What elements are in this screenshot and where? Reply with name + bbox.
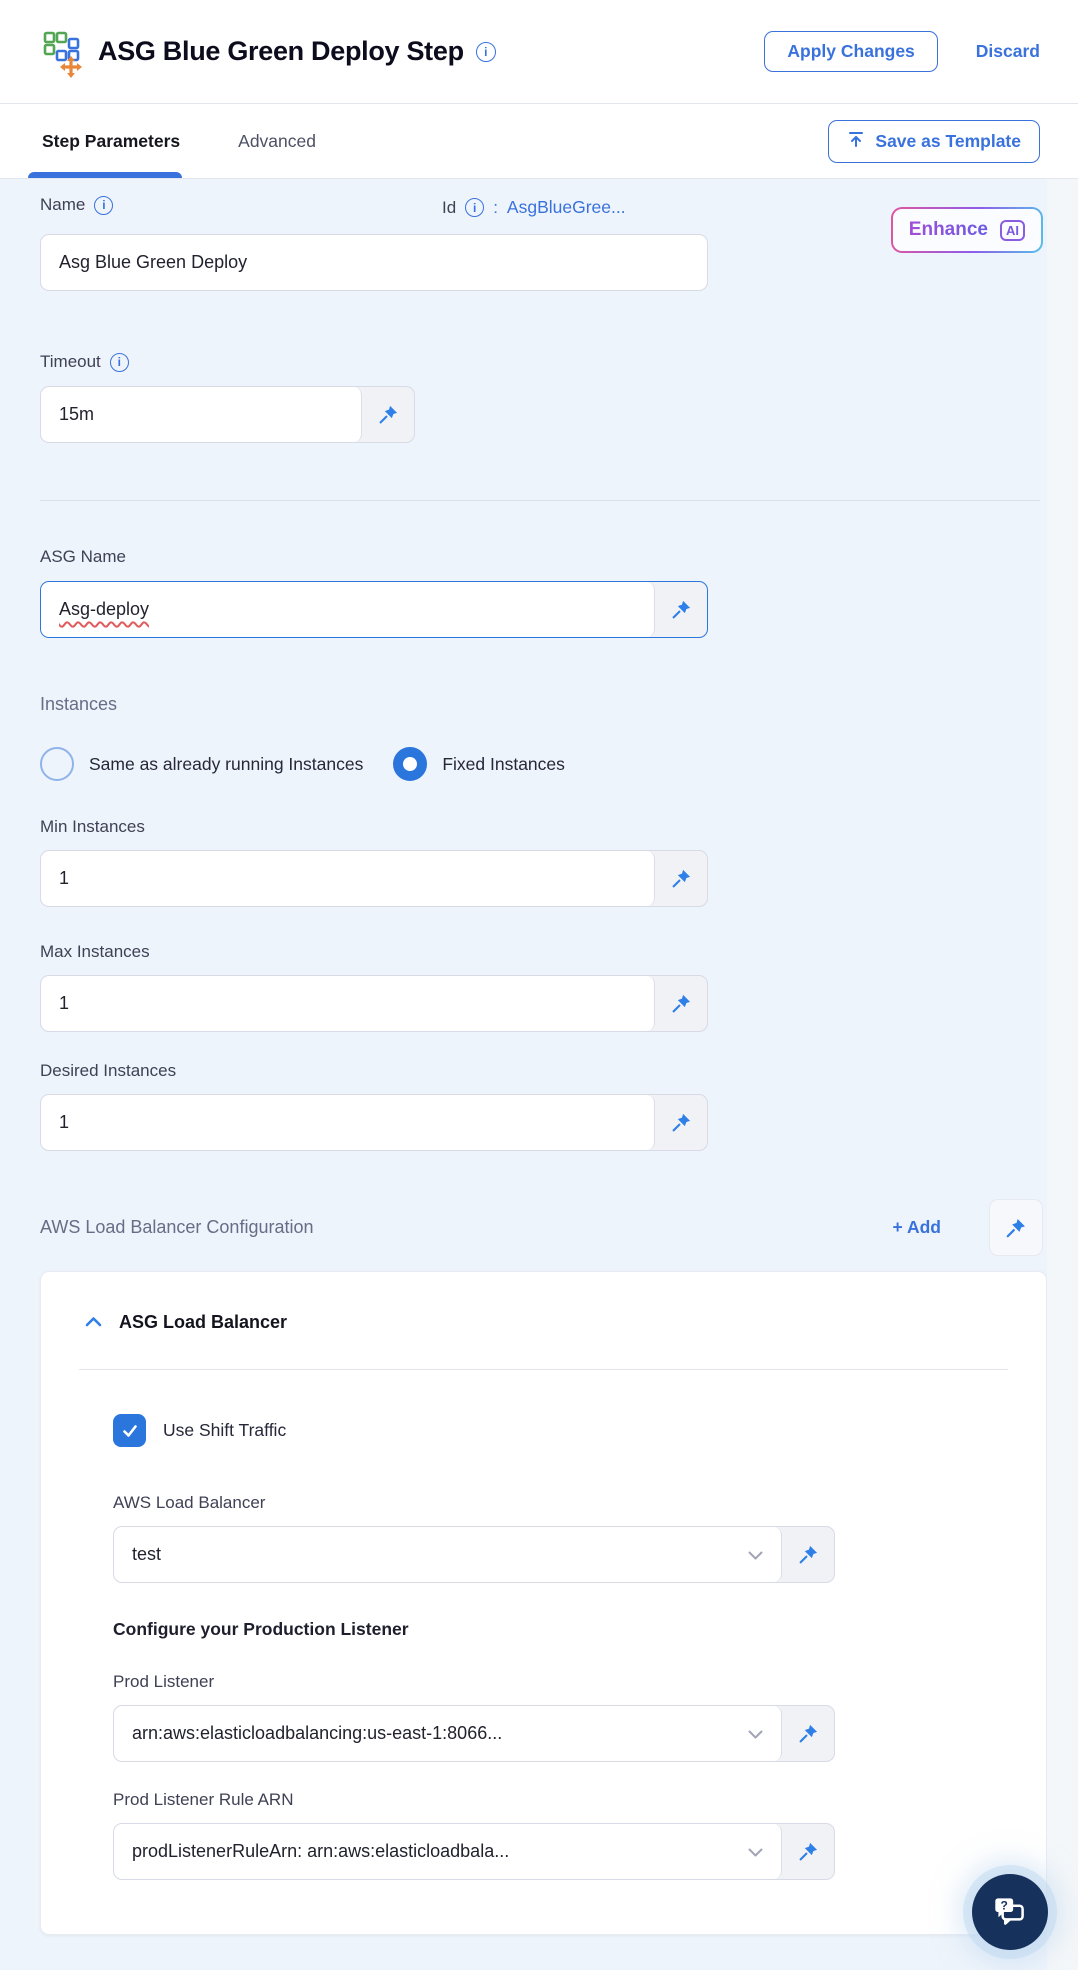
id-label: Id — [442, 197, 457, 217]
prod-listener-label: Prod Listener — [113, 1672, 215, 1691]
name-input[interactable] — [40, 234, 708, 291]
max-instances-field — [40, 975, 708, 1032]
save-as-template-label: Save as Template — [875, 130, 1021, 151]
save-as-template-button[interactable]: Save as Template — [828, 119, 1040, 163]
timeout-field — [40, 386, 415, 443]
min-instances-pin-button[interactable] — [655, 851, 707, 906]
instances-radio-group: Same as already running Instances Fixed … — [40, 747, 1078, 781]
checkbox-checked-icon — [113, 1414, 146, 1447]
name-row: Name i Id i : AsgBlueGree... Enhance AI — [40, 195, 1043, 253]
aws-lb-value: test — [132, 1544, 162, 1564]
prod-listener-rule-value: prodListenerRuleArn: arn:aws:elasticload… — [132, 1841, 510, 1861]
prod-listener-rule-pin-button[interactable] — [782, 1824, 834, 1879]
radio-same-label: Same as already running Instances — [89, 753, 364, 774]
desired-instances-input[interactable] — [59, 1112, 636, 1133]
asg-deploy-step-icon — [38, 26, 90, 78]
lb-config-row: AWS Load Balancer Configuration + Add — [40, 1199, 1043, 1256]
asg-lb-card-title: ASG Load Balancer — [119, 1312, 288, 1332]
right-gutter — [1047, 179, 1078, 1970]
id-separator: : — [493, 197, 498, 217]
id-group: Id i : AsgBlueGree... — [442, 197, 626, 218]
desired-instances-label: Desired Instances — [40, 1061, 177, 1080]
aws-lb-pin-button[interactable] — [782, 1527, 834, 1582]
max-instances-input-wrap — [41, 976, 655, 1031]
lb-config-heading: AWS Load Balancer Configuration — [40, 1217, 314, 1237]
timeout-input-wrap — [41, 387, 362, 442]
id-info-icon[interactable]: i — [465, 198, 485, 217]
discard-button[interactable]: Discard — [976, 41, 1040, 62]
prod-listener-rule-label: Prod Listener Rule ARN — [113, 1790, 294, 1809]
name-info-icon[interactable]: i — [94, 195, 114, 215]
min-instances-label: Min Instances — [40, 817, 145, 836]
asg-load-balancer-card: ASG Load Balancer Use Shift Traffic AWS … — [40, 1271, 1047, 1935]
asg-name-input-wrap[interactable]: Asg-deploy — [41, 582, 655, 637]
upload-icon — [847, 130, 865, 153]
instances-heading: Instances — [40, 694, 118, 714]
use-shift-traffic-checkbox[interactable]: Use Shift Traffic — [113, 1414, 1046, 1447]
desired-instances-pin-button[interactable] — [655, 1095, 707, 1150]
timeout-info-icon[interactable]: i — [109, 352, 129, 372]
prod-listener-pin-button[interactable] — [782, 1706, 834, 1761]
configure-listener-heading: Configure your Production Listener — [113, 1619, 409, 1639]
section-divider — [40, 500, 1040, 501]
min-instances-input[interactable] — [59, 868, 636, 889]
asg-name-pin-button[interactable] — [655, 582, 707, 637]
name-label: Name — [40, 195, 86, 214]
lb-config-pin-button[interactable] — [989, 1199, 1043, 1256]
max-instances-label: Max Instances — [40, 942, 150, 961]
timeout-label: Timeout — [40, 352, 101, 371]
chevron-up-icon — [85, 1314, 102, 1332]
apply-changes-button[interactable]: Apply Changes — [764, 31, 938, 72]
radio-same-as-running[interactable]: Same as already running Instances — [40, 747, 363, 781]
asg-name-value: Asg-deploy — [59, 599, 150, 619]
timeout-input[interactable] — [59, 404, 343, 425]
aws-load-balancer-label: AWS Load Balancer — [113, 1493, 266, 1512]
add-load-balancer-button[interactable]: + Add — [893, 1217, 941, 1238]
help-chat-button[interactable]: ? — [972, 1874, 1048, 1950]
page-title: ASG Blue Green Deploy Step — [98, 36, 464, 66]
radio-fixed-label: Fixed Instances — [442, 753, 565, 774]
id-value[interactable]: AsgBlueGree... — [507, 197, 626, 218]
tab-advanced[interactable]: Advanced — [238, 104, 316, 178]
radio-fixed-instances[interactable]: Fixed Instances — [393, 747, 565, 781]
radio-checked-icon — [393, 747, 428, 781]
step-parameters-panel: Name i Id i : AsgBlueGree... Enhance AI … — [0, 179, 1078, 1970]
enhance-ai-button[interactable]: Enhance AI — [890, 207, 1043, 253]
use-shift-traffic-label: Use Shift Traffic — [163, 1420, 287, 1440]
asg-lb-collapse-header[interactable]: ASG Load Balancer — [41, 1312, 1046, 1333]
desired-instances-field — [40, 1094, 708, 1151]
prod-listener-rule-select[interactable]: prodListenerRuleArn: arn:aws:elasticload… — [114, 1824, 782, 1879]
enhance-label: Enhance — [908, 219, 988, 240]
chevron-down-icon — [748, 1544, 763, 1565]
card-divider — [79, 1369, 1008, 1370]
chevron-down-icon — [748, 1841, 763, 1862]
max-instances-input[interactable] — [59, 993, 636, 1014]
title-info-icon[interactable]: i — [475, 41, 496, 62]
prod-listener-value: arn:aws:elasticloadbalancing:us-east-1:8… — [132, 1723, 503, 1743]
chevron-down-icon — [748, 1723, 763, 1744]
tab-step-parameters[interactable]: Step Parameters — [27, 104, 183, 178]
timeout-label-group: Timeout i — [40, 352, 1078, 372]
timeout-pin-button[interactable] — [362, 387, 414, 442]
step-header: ASG Blue Green Deploy Step i Apply Chang… — [0, 0, 1078, 104]
radio-unchecked-icon — [40, 747, 74, 781]
prod-listener-dropdown: arn:aws:elasticloadbalancing:us-east-1:8… — [113, 1705, 835, 1762]
tab-bar: Step Parameters Advanced Save as Templat… — [0, 104, 1078, 179]
aws-lb-select[interactable]: test — [114, 1527, 782, 1582]
svg-text:?: ? — [1001, 1898, 1008, 1912]
ai-badge: AI — [1000, 219, 1025, 241]
prod-listener-rule-dropdown: prodListenerRuleArn: arn:aws:elasticload… — [113, 1823, 835, 1880]
enhance-inner: Enhance AI — [892, 209, 1041, 251]
prod-listener-select[interactable]: arn:aws:elasticloadbalancing:us-east-1:8… — [114, 1706, 782, 1761]
aws-load-balancer-dropdown: test — [113, 1526, 835, 1583]
asg-name-field: Asg-deploy — [40, 581, 708, 638]
desired-instances-input-wrap — [41, 1095, 655, 1150]
min-instances-input-wrap — [41, 851, 655, 906]
asg-name-label: ASG Name — [40, 547, 126, 566]
min-instances-field — [40, 850, 708, 907]
max-instances-pin-button[interactable] — [655, 976, 707, 1031]
